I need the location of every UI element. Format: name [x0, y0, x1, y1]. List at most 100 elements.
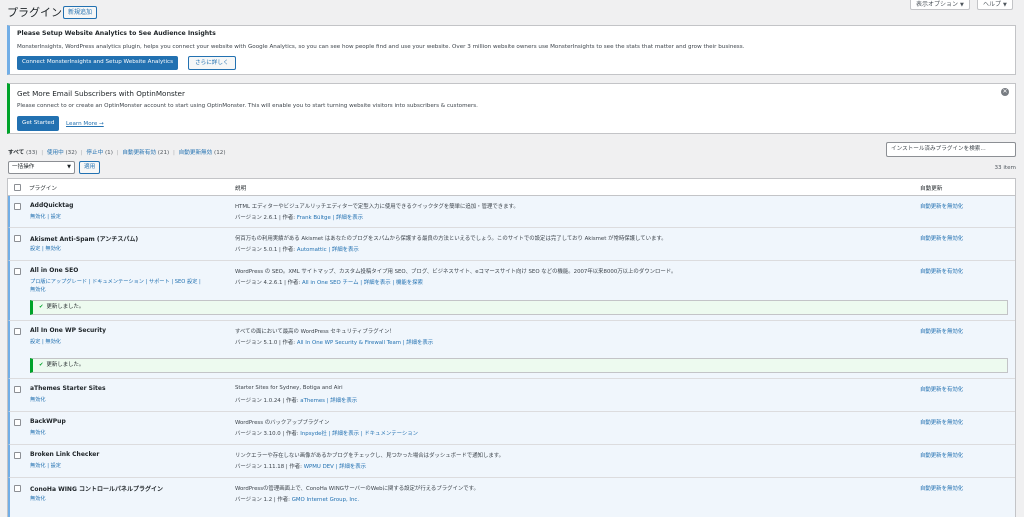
- update-row: ✔ 更新しました。: [8, 355, 1015, 379]
- learn-more-button[interactable]: さらに詳しく: [188, 56, 236, 70]
- plugin-author-link[interactable]: All in One SEO チーム: [302, 280, 359, 286]
- plugin-details-link[interactable]: | 詳細を表示: [334, 464, 367, 470]
- plugin-actions[interactable]: 設定 | 無効化: [30, 245, 61, 253]
- plugin-version: バージョン 4.2.6.1 | 作者:: [235, 280, 302, 286]
- plugin-name: ConoHa WING コントロールパネルプラグイン: [30, 486, 163, 493]
- plugin-description: WordPress のバックアッププラグイン: [235, 420, 330, 426]
- auto-update-toggle[interactable]: 自動更新を無効化: [920, 327, 963, 335]
- row-checkbox[interactable]: [14, 485, 21, 492]
- plugin-details-link[interactable]: | 詳細を表示 | ドキュメンテーション: [327, 431, 419, 437]
- close-icon[interactable]: ✕: [1001, 88, 1009, 96]
- plugin-details-link[interactable]: | 詳細を表示 | 機能を探索: [359, 280, 423, 286]
- plugin-name: aThemes Starter Sites: [30, 385, 106, 392]
- filter-all[interactable]: すべて: [8, 150, 24, 156]
- plugin-actions[interactable]: 無効化 | 設定: [30, 462, 61, 470]
- row-checkbox[interactable]: [14, 203, 21, 210]
- auto-update-toggle[interactable]: 自動更新を無効化: [920, 418, 963, 426]
- filter-all-count: (33): [25, 150, 38, 156]
- plugin-name: BackWPup: [30, 418, 66, 425]
- chevron-down-icon: ▼: [960, 2, 964, 8]
- plugin-author-link[interactable]: All In One WP Security & Firewall Team: [297, 340, 401, 346]
- filter-auto-enabled[interactable]: 自動更新有効: [122, 150, 156, 156]
- page-header: プラグイン 新規追加 表示オプション ▼ ヘルプ ▼: [0, 0, 1024, 22]
- update-success-message: ✔ 更新しました。: [30, 358, 1008, 373]
- search-input[interactable]: インストール済みプラグインを検索...: [886, 142, 1016, 157]
- plugin-details-link[interactable]: | 詳細を表示: [325, 398, 358, 404]
- connect-monsterinsights-button[interactable]: Connect MonsterInsights and Setup Websit…: [17, 56, 179, 70]
- table-row: BackWPup 無効化 WordPress のバックアッププラグイン バージョ…: [8, 412, 1015, 445]
- notice-title: Please Setup Website Analytics to See Au…: [17, 30, 216, 37]
- col-description: 説明: [235, 186, 247, 192]
- plugin-actions[interactable]: 無効化 | 設定: [30, 213, 61, 221]
- table-row: AddQuicktag 無効化 | 設定 HTML エディターやビジュアルリッチ…: [8, 196, 1015, 228]
- auto-update-toggle[interactable]: 自動更新を無効化: [920, 234, 963, 242]
- row-checkbox[interactable]: [14, 452, 21, 459]
- plugin-name: Broken Link Checker: [30, 451, 100, 458]
- deactivate-link[interactable]: 無効化: [30, 287, 46, 293]
- screen-options-button[interactable]: 表示オプション ▼: [910, 0, 970, 10]
- auto-update-toggle[interactable]: 自動更新を有効化: [920, 267, 963, 275]
- plugin-details-link[interactable]: | 詳細を表示: [331, 215, 364, 221]
- notice-text: MonsterInsights, WordPress analytics plu…: [17, 44, 745, 50]
- plugin-version: バージョン 5.1.0 | 作者:: [235, 340, 297, 346]
- plugin-author-link[interactable]: Inpsyde社: [300, 431, 327, 437]
- plugin-name: All in One SEO: [30, 267, 79, 274]
- help-button[interactable]: ヘルプ ▼: [977, 0, 1013, 10]
- plugin-description: Starter Sites for Sydney, Botiga and Air…: [235, 385, 343, 391]
- learn-more-link[interactable]: Learn More →: [66, 121, 104, 127]
- row-checkbox[interactable]: [14, 328, 21, 335]
- bulk-action-value: 一括操作: [12, 164, 35, 170]
- plugin-actions[interactable]: 無効化: [30, 429, 46, 437]
- auto-update-toggle[interactable]: 自動更新を無効化: [920, 451, 963, 459]
- plugin-meta: バージョン 5.0.1 | 作者: Automattic | 詳細を表示: [235, 245, 359, 253]
- apply-button[interactable]: 適用: [79, 161, 101, 174]
- row-checkbox[interactable]: [14, 268, 21, 275]
- items-count: 33 item: [994, 165, 1016, 171]
- plugin-author-link[interactable]: aThemes: [300, 398, 325, 404]
- separator: |: [116, 150, 119, 156]
- auto-update-toggle[interactable]: 自動更新を無効化: [920, 202, 963, 210]
- add-new-button[interactable]: 新規追加: [63, 6, 98, 19]
- plugin-meta: バージョン 4.2.6.1 | 作者: All in One SEO チーム |…: [235, 278, 423, 286]
- plugin-author-link[interactable]: Automattic: [297, 247, 327, 253]
- plugin-meta: バージョン 3.10.0 | 作者: Inpsyde社 | 詳細を表示 | ドキ…: [235, 429, 418, 437]
- plugin-status-filters: すべて (33) | 使用中 (32) | 停止中 (1) | 自動更新有効 (…: [8, 148, 226, 156]
- plugin-description: リンクエラーや存在しない画像があるかブログをチェックし、見つかった場合はダッシュ…: [235, 453, 504, 459]
- plugin-version: バージョン 1.11.18 | 作者:: [235, 464, 304, 470]
- table-row: All in One SEO プロ版にアップグレード | ドキュメンテーション …: [8, 261, 1015, 297]
- update-row: ✔ 更新しました。: [8, 297, 1015, 321]
- get-started-button[interactable]: Get Started: [17, 116, 60, 131]
- col-plugin: プラグイン: [29, 186, 57, 192]
- help-label: ヘルプ: [983, 1, 1002, 8]
- plugin-name: Akismet Anti-Spam (アンチスパム): [30, 236, 139, 243]
- plugin-author-link[interactable]: GMO Internet Group, Inc.: [292, 497, 359, 503]
- filter-auto-disabled[interactable]: 自動更新無効: [179, 150, 213, 156]
- table-row: Akismet Anti-Spam (アンチスパム) 設定 | 無効化 何百万も…: [8, 228, 1015, 261]
- filter-inactive[interactable]: 停止中: [86, 150, 103, 156]
- plugin-details-link[interactable]: | 詳細を表示: [401, 340, 434, 346]
- plugin-meta: バージョン 5.1.0 | 作者: All In One WP Security…: [235, 338, 433, 346]
- monsterinsights-notice: Please Setup Website Analytics to See Au…: [7, 25, 1016, 75]
- update-success-message: ✔ 更新しました。: [30, 300, 1008, 315]
- plugin-author-link[interactable]: Frank Bültge: [297, 215, 331, 221]
- row-checkbox[interactable]: [14, 386, 21, 393]
- plugin-actions[interactable]: 無効化: [30, 396, 46, 404]
- plugin-actions[interactable]: 無効化: [30, 495, 46, 503]
- row-checkbox[interactable]: [14, 419, 21, 426]
- auto-update-toggle[interactable]: 自動更新を有効化: [920, 385, 963, 393]
- plugin-actions[interactable]: 設定 | 無効化: [30, 338, 61, 346]
- plugin-author-link[interactable]: WPMU DEV: [304, 464, 334, 470]
- plugin-actions-line[interactable]: プロ版にアップグレード | ドキュメンテーション | サポート | SEO 設定…: [30, 279, 201, 285]
- bulk-action-select[interactable]: 一括操作 ▼: [8, 161, 75, 174]
- table-row: All In One WP Security 設定 | 無効化 すべての面におい…: [8, 321, 1015, 355]
- separator: |: [173, 150, 175, 156]
- plugin-details-link[interactable]: | 詳細を表示: [327, 247, 359, 253]
- row-checkbox[interactable]: [14, 235, 21, 242]
- auto-update-toggle[interactable]: 自動更新を無効化: [920, 484, 963, 492]
- table-row: aThemes Starter Sites 無効化 Starter Sites …: [8, 379, 1015, 412]
- separator: |: [41, 150, 44, 156]
- select-all-checkbox[interactable]: [14, 184, 21, 191]
- screen-options-label: 表示オプション: [916, 1, 959, 8]
- filter-active[interactable]: 使用中: [47, 150, 64, 156]
- plugin-meta: バージョン 1.0.24 | 作者: aThemes | 詳細を表示: [235, 396, 357, 404]
